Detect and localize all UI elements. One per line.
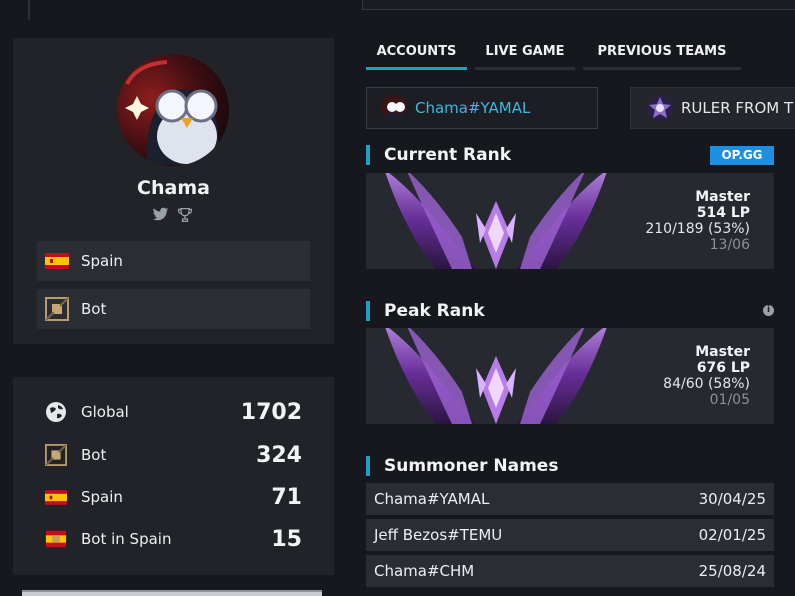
stat-label: Global — [81, 403, 129, 421]
stat-label: Bot — [81, 446, 107, 464]
stat-value: 324 — [256, 442, 302, 468]
summoner-name-row: Chama#CHM 25/08/24 — [366, 555, 774, 587]
rank-lp: 514 LP — [696, 205, 750, 221]
bot-role-icon — [45, 297, 69, 321]
stat-value: 71 — [271, 484, 302, 510]
spain-flag-icon — [45, 249, 69, 273]
trophy-icon[interactable] — [177, 207, 193, 223]
account-name: RULER FROM T — [681, 99, 794, 117]
master-emblem-icon — [385, 173, 607, 269]
stat-label: Bot in Spain — [81, 530, 172, 548]
summoner-name-date: 02/01/25 — [698, 526, 766, 544]
section-title: Current Rank — [384, 145, 511, 165]
stat-row-spain[interactable]: Spain 71 — [45, 482, 302, 512]
top-search-bar[interactable] — [362, 0, 795, 10]
spain-flag-icon — [45, 486, 67, 508]
topbar-divider — [28, 0, 30, 20]
summoner-name: Chama#CHM — [374, 562, 475, 580]
player-avatar — [117, 54, 229, 166]
role-row[interactable]: Bot — [37, 289, 310, 329]
rank-date: 01/05 — [709, 392, 750, 408]
player-name: Chama — [137, 177, 210, 199]
summoner-name-date: 30/04/25 — [698, 490, 766, 508]
section-accent-bar — [366, 301, 370, 321]
rank-details: Master 514 LP 210/189 (53%) 13/06 — [645, 189, 750, 253]
stat-row-bot-in-spain[interactable]: Bot in Spain 15 — [45, 524, 302, 554]
account-chip-selected[interactable]: Chama#YAMAL — [366, 87, 598, 129]
current-rank-panel: Master 514 LP 210/189 (53%) 13/06 — [366, 173, 774, 269]
tab-live-game[interactable]: LIVE GAME — [475, 40, 575, 70]
account-name: Chama#YAMAL — [415, 99, 531, 117]
rank-tier: Master — [695, 189, 750, 205]
current-rank-header: Current Rank — [366, 144, 511, 166]
summoner-name-row: Chama#YAMAL 30/04/25 — [366, 483, 774, 515]
stat-label: Spain — [81, 488, 123, 506]
country-row[interactable]: Spain — [37, 241, 310, 281]
twitter-icon[interactable] — [152, 207, 169, 223]
account-avatar-icon — [647, 95, 673, 121]
rank-tier: Master — [695, 344, 750, 360]
rank-details: Master 676 LP 84/60 (58%) 01/05 — [663, 344, 750, 408]
stat-value: 15 — [271, 526, 302, 552]
master-emblem-icon — [385, 328, 607, 424]
ad-banner[interactable] — [22, 590, 322, 596]
summoner-names-header: Summoner Names — [366, 455, 558, 477]
tab-accounts[interactable]: ACCOUNTS — [366, 40, 467, 70]
account-avatar-icon — [381, 95, 407, 121]
stat-value: 1702 — [240, 399, 302, 425]
section-title: Summoner Names — [384, 456, 559, 476]
social-links — [152, 207, 193, 223]
globe-icon — [45, 401, 67, 423]
info-icon[interactable]: i — [763, 305, 774, 316]
section-title: Peak Rank — [384, 301, 485, 321]
rank-record: 84/60 (58%) — [663, 376, 750, 392]
rank-lp: 676 LP — [696, 360, 750, 376]
ladder-stats-card: Global 1702 Bot 324 Spain 71 Bot in Spai… — [13, 377, 334, 575]
tab-previous-teams[interactable]: PREVIOUS TEAMS — [583, 40, 741, 70]
bot-role-icon — [45, 444, 67, 466]
rank-date: 13/06 — [709, 237, 750, 253]
profile-card: Chama Spain Bot — [13, 38, 334, 344]
section-accent-bar — [366, 145, 370, 165]
spain-bot-icon — [45, 528, 67, 550]
summoner-name: Jeff Bezos#TEMU — [374, 526, 503, 544]
summoner-name-date: 25/08/24 — [698, 562, 766, 580]
rank-record: 210/189 (53%) — [645, 221, 750, 237]
account-chip[interactable]: RULER FROM T — [630, 87, 795, 129]
stat-row-bot[interactable]: Bot 324 — [45, 440, 302, 470]
summoner-name: Chama#YAMAL — [374, 490, 490, 508]
stat-row-global[interactable]: Global 1702 — [45, 397, 302, 427]
summoner-name-row: Jeff Bezos#TEMU 02/01/25 — [366, 519, 774, 551]
opgg-link[interactable]: OP.GG — [710, 146, 774, 165]
peak-rank-panel: Master 676 LP 84/60 (58%) 01/05 — [366, 328, 774, 424]
peak-rank-header: Peak Rank — [366, 300, 485, 322]
country-label: Spain — [81, 252, 123, 270]
section-accent-bar — [366, 456, 370, 476]
profile-tabs: ACCOUNTS LIVE GAME PREVIOUS TEAMS — [366, 40, 741, 70]
role-label: Bot — [81, 300, 107, 318]
